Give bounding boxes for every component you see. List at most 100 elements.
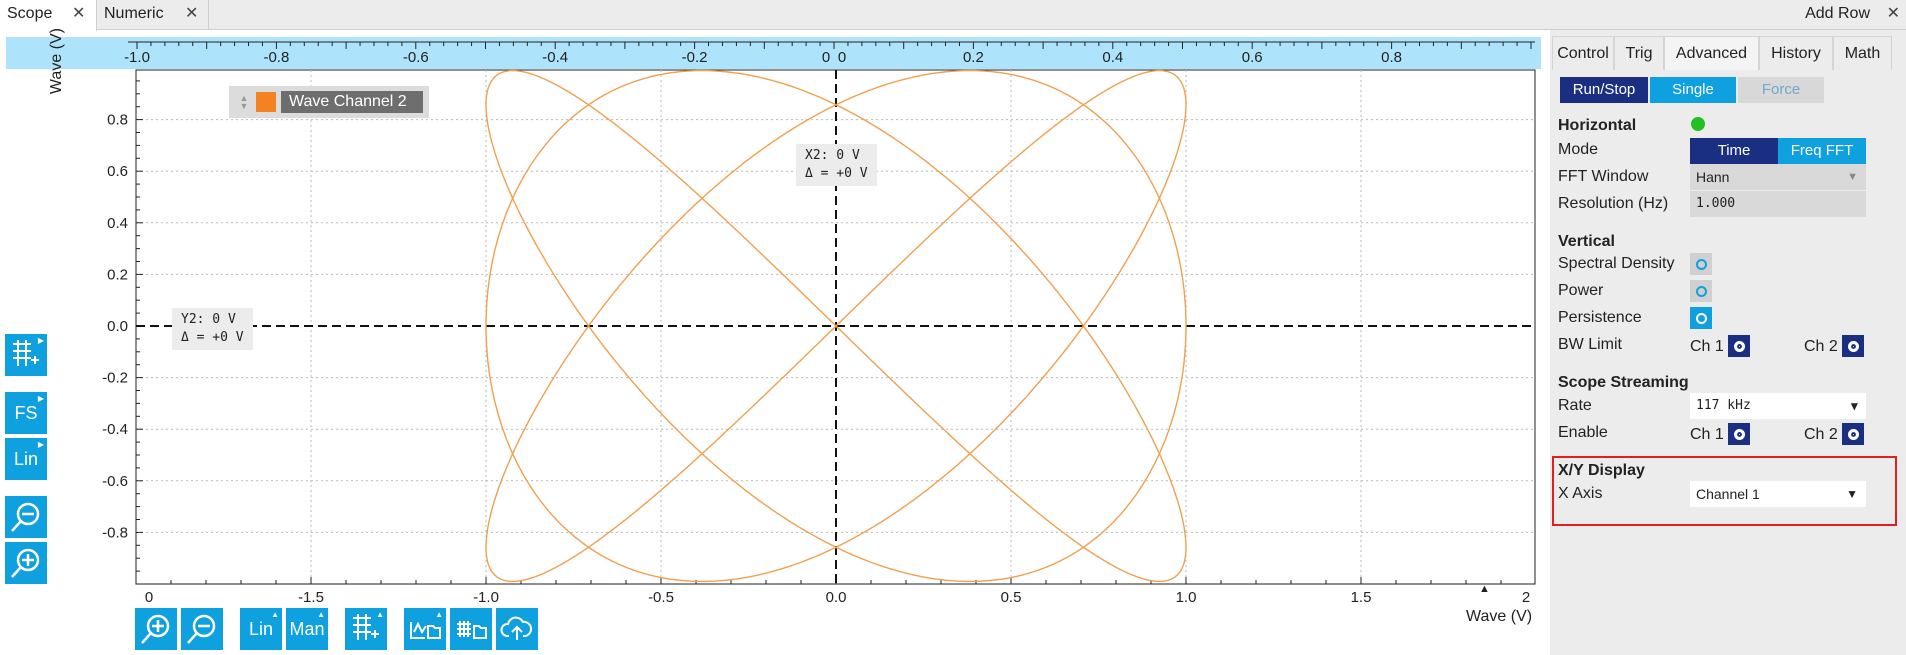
power-label: Power xyxy=(1558,282,1604,299)
top-tick-label: 0 xyxy=(822,49,830,66)
zoom-out-button[interactable] xyxy=(5,496,47,538)
top-tick-label: 0.8 xyxy=(1381,49,1402,66)
x-tick-label: 1.5 xyxy=(1351,589,1372,606)
legend[interactable]: ▲ ▼ Wave Channel 2 xyxy=(229,86,429,118)
zoom-in-icon xyxy=(141,614,170,644)
force-button[interactable]: Force xyxy=(1738,77,1824,103)
rate-label: Rate xyxy=(1558,397,1592,414)
bw-ch1-label: Ch 1 xyxy=(1690,338,1724,355)
x-axis-label: Wave (V) xyxy=(1466,608,1533,625)
y-tick-label: -0.2 xyxy=(102,370,128,387)
lin-button[interactable]: Lin ▶ xyxy=(5,438,47,480)
x-tick-label: -1.5 xyxy=(298,589,324,606)
top-tick-label: -1.0 xyxy=(124,49,150,66)
x-tick-label: 2 xyxy=(1522,589,1530,606)
xy-display-highlight xyxy=(1552,456,1897,526)
x-tick-label: 0 xyxy=(145,589,153,606)
chevron-down-icon: ▼ xyxy=(1847,171,1858,183)
fft-window-select[interactable]: Hann ▼ xyxy=(1690,164,1866,190)
legend-label: Wave Channel 2 xyxy=(281,91,423,113)
lin-button[interactable]: Lin ▲ xyxy=(240,608,282,650)
y-tick-label: -0.4 xyxy=(102,421,128,438)
x-tick-label: 1.0 xyxy=(1176,589,1197,606)
settings-panel: Control Trig Advanced History Math Run/S… xyxy=(1550,30,1906,655)
cursor-x-delta: Δ = +0 V xyxy=(805,166,868,181)
cloud-upload-button[interactable] xyxy=(496,608,538,650)
cursor-grid-button[interactable]: ▶ xyxy=(5,334,47,376)
x-tick-label: 0.5 xyxy=(1001,589,1022,606)
man-label: Man xyxy=(289,618,325,639)
cursor-grid-button[interactable]: ▲ xyxy=(345,608,387,650)
x-tick-label: -0.5 xyxy=(648,589,674,606)
y-tick-label: 0.2 xyxy=(107,266,128,283)
tab-trig[interactable]: Trig xyxy=(1614,36,1664,70)
save-waveform-button[interactable]: ▲ xyxy=(404,608,446,650)
zoom-in-button[interactable] xyxy=(135,608,177,650)
bw-ch2-toggle[interactable] xyxy=(1842,335,1864,357)
x-tick-label: 0.0 xyxy=(826,589,847,606)
y-tick-label: 0.8 xyxy=(107,112,128,129)
tab-control[interactable]: Control xyxy=(1552,36,1614,70)
cursor-y-delta: Δ = +0 V xyxy=(181,330,244,345)
zoom-out-icon xyxy=(11,502,40,532)
lin-label: Lin xyxy=(13,448,39,469)
tab-advanced[interactable]: Advanced xyxy=(1664,36,1759,70)
save-data-button[interactable] xyxy=(450,608,492,650)
lin-label: Lin xyxy=(248,618,274,639)
power-toggle[interactable] xyxy=(1690,280,1712,302)
bw-ch1-toggle[interactable] xyxy=(1728,335,1750,357)
zoom-in-button[interactable] xyxy=(5,542,47,584)
fs-button[interactable]: FS ▶ xyxy=(5,392,47,434)
enable-ch1-toggle[interactable] xyxy=(1728,423,1750,445)
legend-color-swatch xyxy=(256,92,276,112)
top-tick-label: -0.8 xyxy=(263,49,289,66)
enable-ch2-toggle[interactable] xyxy=(1842,423,1864,445)
scope-app: Scope ✕ Numeric ✕ Add Row ✕ 0.8 0.6 0.4 0.2… xyxy=(0,0,1906,655)
persistence-toggle[interactable] xyxy=(1690,307,1712,329)
fft-window-value: Hann xyxy=(1696,169,1730,185)
persistence-label: Persistence xyxy=(1558,309,1642,326)
top-tick-label: 0.4 xyxy=(1102,49,1123,66)
y-tick-label: 0.0 xyxy=(107,318,128,335)
chevron-down-icon: ▼ xyxy=(1850,399,1858,413)
data-folder-icon xyxy=(457,621,487,639)
top-tick-label: -0.4 xyxy=(542,49,568,66)
top-tick-label: 0.2 xyxy=(963,49,984,66)
cloud-upload-icon xyxy=(500,616,533,640)
enable-ch1-label: Ch 1 xyxy=(1690,426,1724,443)
mode-fft-button[interactable]: Freq FFT xyxy=(1778,138,1866,164)
status-led-icon xyxy=(1691,117,1705,131)
rate-select[interactable]: 117 kHz ▼ xyxy=(1690,393,1866,419)
run-stop-button[interactable]: Run/Stop xyxy=(1560,77,1648,103)
fs-label: FS xyxy=(14,402,38,423)
spectral-density-toggle[interactable] xyxy=(1690,253,1712,275)
tab-math[interactable]: Math xyxy=(1833,36,1892,70)
man-button[interactable]: Man ▲ xyxy=(286,608,328,650)
y-axis-label: Wave (V) xyxy=(48,28,65,95)
single-button[interactable]: Single xyxy=(1650,77,1736,103)
tab-history[interactable]: History xyxy=(1759,36,1833,70)
vertical-header: Vertical xyxy=(1558,233,1615,250)
horizontal-header: Horizontal xyxy=(1558,117,1637,134)
cursor-x-readout[interactable]: X2: 0 V Δ = +0 V xyxy=(796,144,877,186)
axis-marker-icon[interactable]: ▲ xyxy=(1479,583,1490,595)
y-tick-label: -0.6 xyxy=(102,473,128,490)
x-tick-label: -1.0 xyxy=(473,589,499,606)
y-tick-label: 0.6 xyxy=(107,163,128,180)
cursor-x-value: X2: 0 V xyxy=(805,148,860,163)
zoom-in-icon xyxy=(11,548,40,578)
bw-limit-label: BW Limit xyxy=(1558,336,1622,353)
resolution-label: Resolution (Hz) xyxy=(1558,195,1669,212)
enable-label: Enable xyxy=(1558,424,1608,441)
zoom-out-button[interactable] xyxy=(181,608,223,650)
mode-time-button[interactable]: Time xyxy=(1690,138,1778,164)
legend-sort-icon[interactable]: ▲ ▼ xyxy=(237,94,251,111)
rate-value: 117 kHz xyxy=(1696,398,1751,413)
top-tick-label: -0.6 xyxy=(403,49,429,66)
cursor-y-value: Y2: 0 V xyxy=(181,312,236,327)
fft-window-label: FFT Window xyxy=(1558,168,1649,185)
cursor-y-readout[interactable]: Y2: 0 V Δ = +0 V xyxy=(172,308,253,350)
top-tick-label: -0.2 xyxy=(682,49,708,66)
top-tick-label: 0 xyxy=(838,49,846,66)
resolution-field[interactable]: 1.000 xyxy=(1690,191,1866,217)
